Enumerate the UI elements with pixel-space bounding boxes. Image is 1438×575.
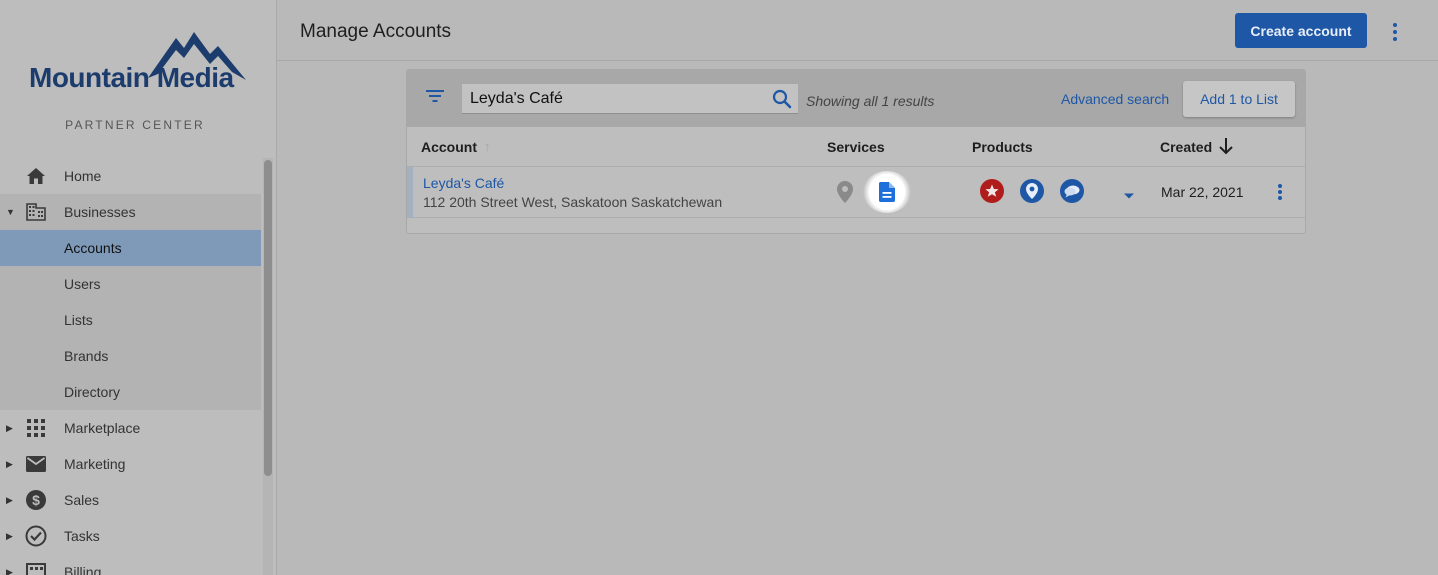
column-header-created[interactable]: Created (1160, 139, 1212, 155)
search-toolbar: Leyda's Café Showing all 1 results Advan… (407, 70, 1305, 127)
sidebar-item-tasks[interactable]: ▶ Tasks (0, 518, 261, 554)
sidebar-item-accounts[interactable]: Accounts (0, 230, 261, 266)
billing-icon (25, 561, 47, 575)
star-badge-icon[interactable] (980, 179, 1004, 203)
document-icon (879, 182, 895, 202)
sidebar-item-label: Businesses (64, 204, 136, 220)
page-title: Manage Accounts (300, 21, 452, 42)
map-pin-badge-icon[interactable] (1020, 179, 1044, 203)
filter-icon[interactable] (425, 88, 445, 109)
caret-right-icon[interactable]: ▶ (6, 567, 16, 575)
dollar-icon: $ (25, 489, 47, 511)
sort-arrow-icon[interactable]: ↑ (484, 139, 491, 154)
brand-name: Mountain Media (29, 62, 234, 93)
location-pin-icon[interactable] (837, 181, 853, 208)
sidebar-item-billing[interactable]: ▶ Billing (0, 554, 261, 575)
sidebar-item-brands[interactable]: Brands (0, 338, 261, 374)
sort-descending-icon[interactable] (1217, 136, 1235, 159)
document-service[interactable] (863, 171, 911, 213)
brand-logo[interactable]: Mountain Media PARTNER CENTER (0, 0, 276, 158)
caret-right-icon[interactable]: ▶ (6, 459, 16, 470)
sidebar-item-label: Tasks (64, 528, 100, 544)
more-vert-icon[interactable] (1385, 20, 1405, 44)
sidebar-item-label: Lists (64, 312, 93, 328)
sidebar-scroll-thumb[interactable] (264, 160, 272, 476)
caret-right-icon[interactable]: ▶ (6, 531, 16, 542)
chat-badge-icon[interactable] (1060, 179, 1084, 203)
created-date: Mar 22, 2021 (1161, 184, 1244, 200)
search-input[interactable]: Leyda's Café (462, 84, 798, 114)
sidebar-item-lists[interactable]: Lists (0, 302, 261, 338)
table-header: Account ↑ Services Products Created (407, 127, 1305, 167)
accounts-card: Leyda's Café Showing all 1 results Advan… (406, 69, 1306, 234)
sidebar: Mountain Media PARTNER CENTER Home ▼ Bus… (0, 0, 277, 575)
advanced-search-link[interactable]: Advanced search (1061, 91, 1169, 107)
sidebar-item-sales[interactable]: ▶ $ Sales (0, 482, 261, 518)
chevron-down-icon[interactable] (1123, 187, 1135, 205)
sidebar-item-marketing[interactable]: ▶ Marketing (0, 446, 261, 482)
sidebar-item-label: Marketing (64, 456, 126, 472)
sidebar-item-marketplace[interactable]: ▶ Marketplace (0, 410, 261, 446)
page-header: Manage Accounts Create account (277, 0, 1438, 61)
column-header-account[interactable]: Account (421, 139, 477, 155)
sidebar-item-home[interactable]: Home (0, 158, 261, 194)
businesses-group: ▼ Businesses Accounts Users Lists Brands… (0, 194, 261, 410)
search-input-value: Leyda's Café (470, 90, 563, 107)
sidebar-item-label: Directory (64, 384, 121, 400)
sidebar-item-label: Marketplace (64, 420, 141, 436)
account-address: 112 20th Street West, Saskatoon Saskatch… (423, 194, 723, 210)
apps-grid-icon (25, 417, 47, 439)
row-more-vert-icon[interactable] (1276, 182, 1284, 202)
mail-icon (25, 453, 47, 475)
column-header-services: Services (827, 139, 885, 155)
search-icon[interactable] (772, 89, 792, 114)
brand-subtitle: PARTNER CENTER (65, 118, 205, 132)
create-account-button[interactable]: Create account (1235, 13, 1367, 48)
caret-right-icon[interactable]: ▶ (6, 495, 16, 506)
home-icon (25, 165, 47, 187)
add-to-list-button[interactable]: Add 1 to List (1183, 81, 1295, 117)
building-icon (25, 201, 47, 223)
sidebar-item-label: Accounts (64, 240, 122, 256)
sidebar-item-directory[interactable]: Directory (0, 374, 261, 410)
sidebar-item-label: Users (64, 276, 101, 292)
sidebar-item-businesses[interactable]: ▼ Businesses (0, 194, 261, 230)
column-header-products: Products (972, 139, 1033, 155)
sidebar-item-label: Billing (64, 564, 102, 575)
account-name-link[interactable]: Leyda's Café (423, 175, 504, 191)
row-accent (407, 167, 413, 218)
table-row[interactable]: Leyda's Café 112 20th Street West, Saska… (407, 167, 1305, 218)
check-circle-icon (25, 525, 47, 547)
sidebar-item-users[interactable]: Users (0, 266, 261, 302)
caret-down-icon[interactable]: ▼ (6, 207, 16, 217)
sidebar-nav: Home ▼ Businesses Accounts Users Lists B… (0, 158, 261, 575)
sidebar-item-label: Sales (64, 492, 100, 508)
sidebar-item-label: Brands (64, 348, 109, 364)
sidebar-item-label: Home (64, 168, 102, 184)
svg-text:$: $ (32, 492, 40, 508)
caret-right-icon[interactable]: ▶ (6, 423, 16, 434)
results-count: Showing all 1 results (806, 93, 935, 109)
